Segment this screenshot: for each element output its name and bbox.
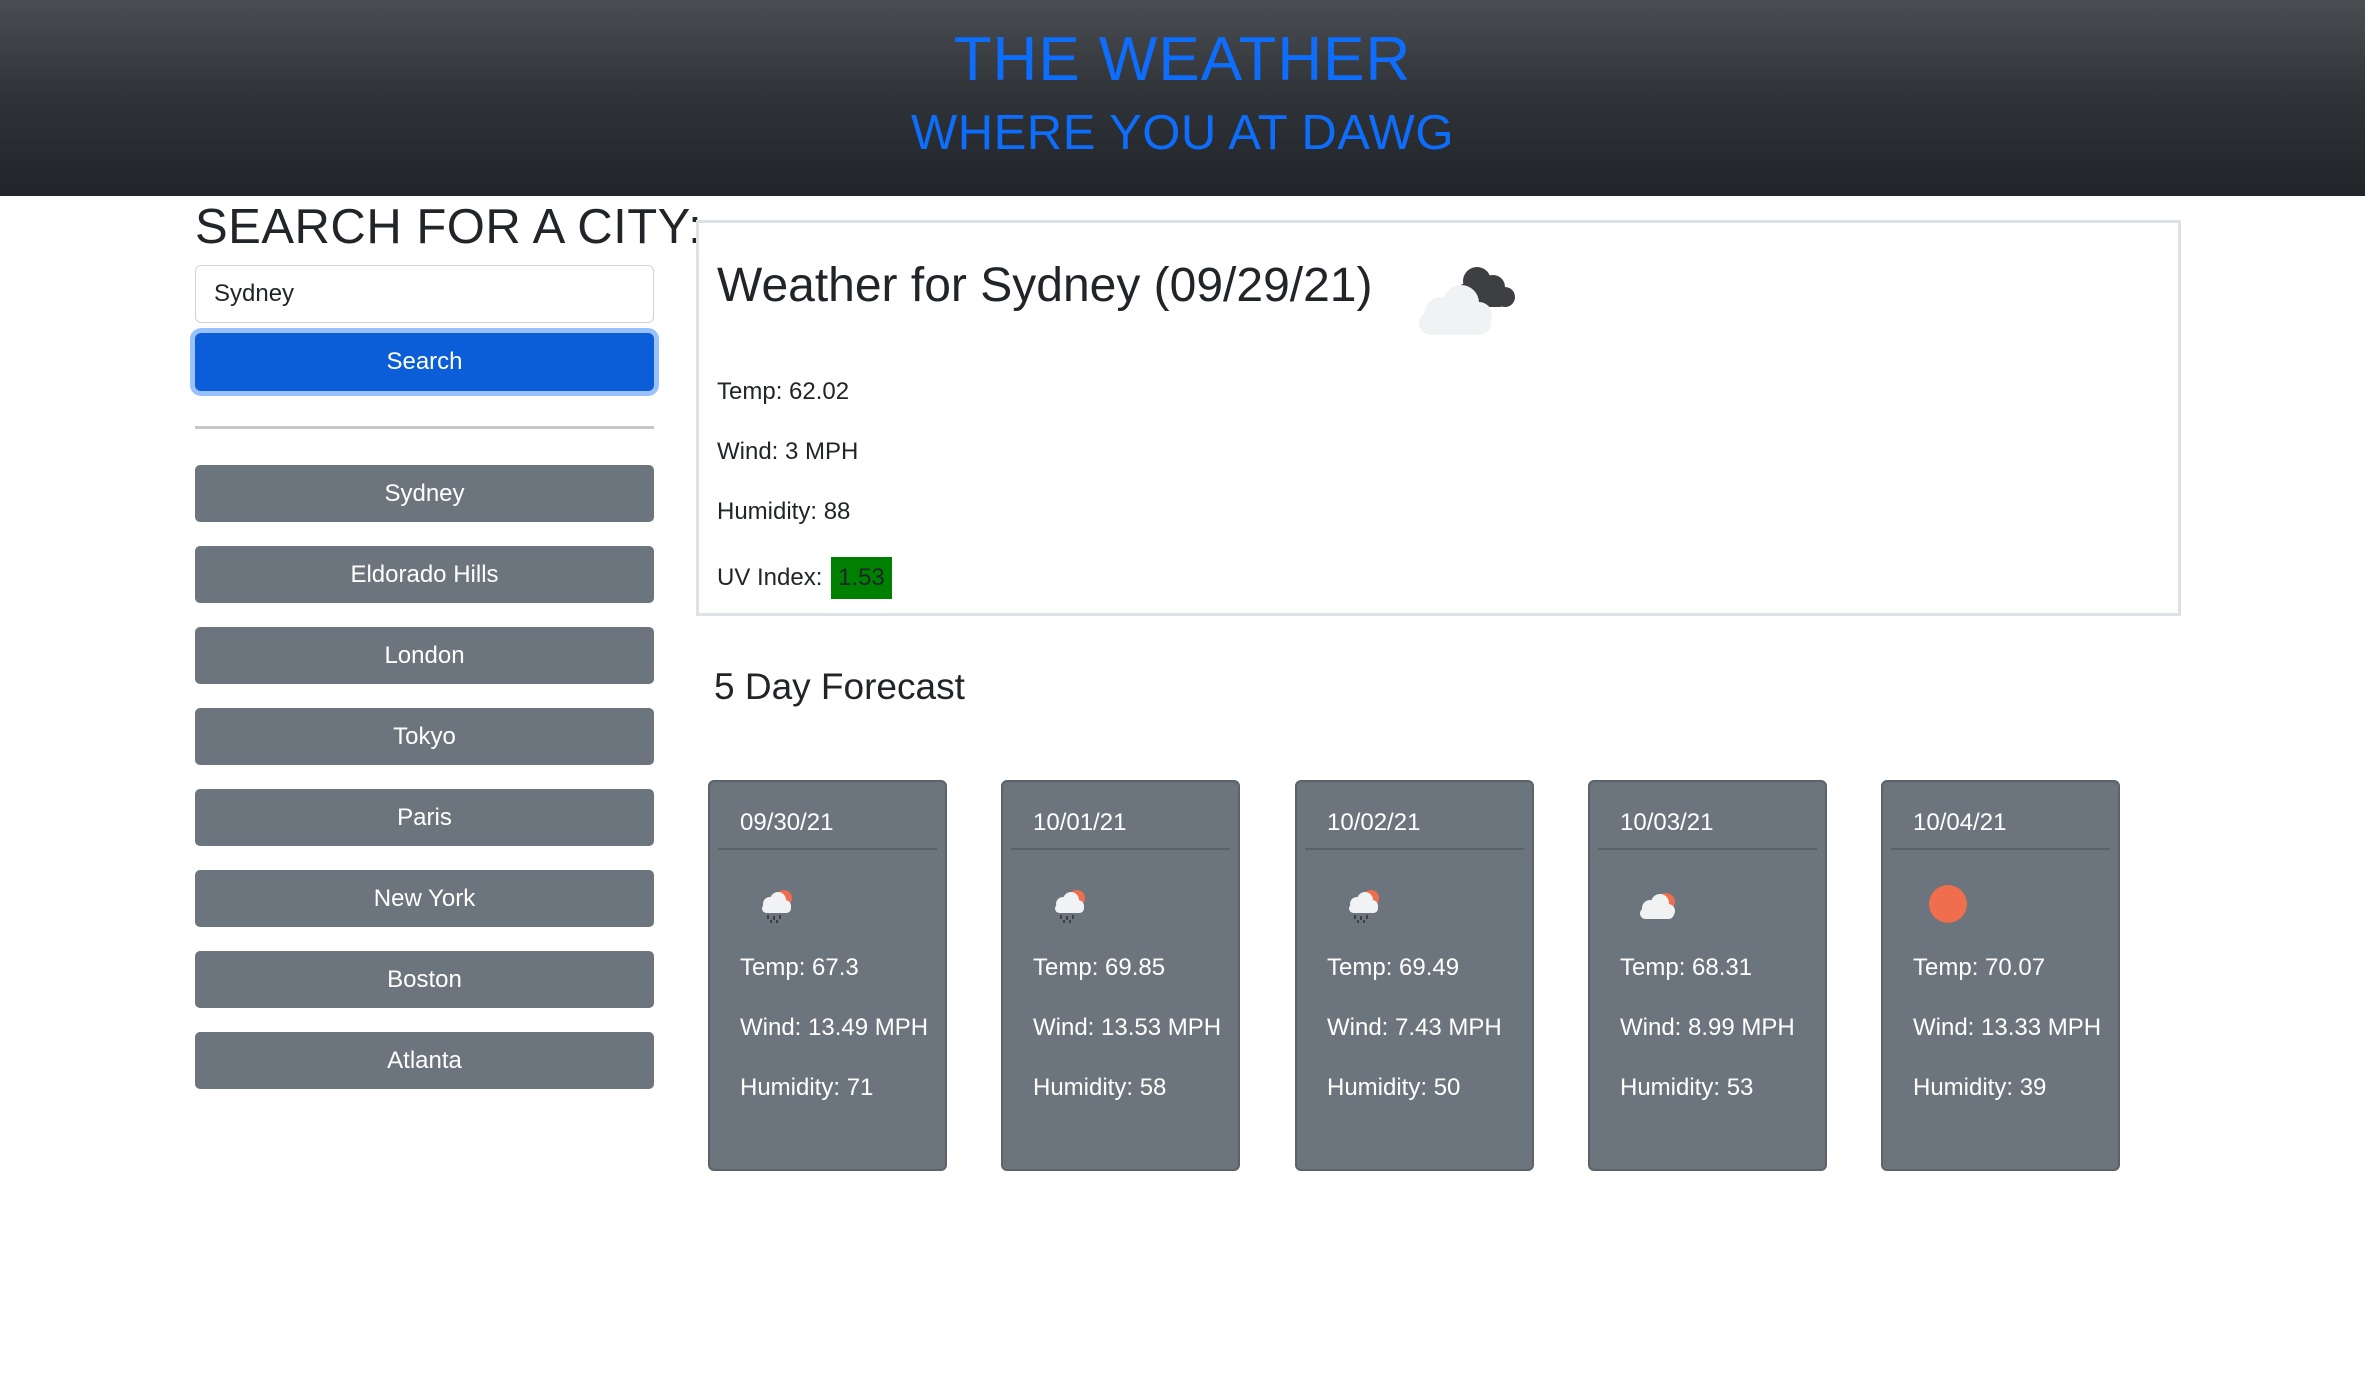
forecast-details: Temp: 67.3 Wind: 13.49 MPH Humidity: 71 [740, 950, 930, 1130]
history-city-button[interactable]: Sydney [195, 465, 654, 522]
history-city-button[interactable]: Tokyo [195, 708, 654, 765]
forecast-temp: Temp: 70.07 [1913, 954, 2046, 981]
current-humidity: Humidity: 88 [717, 498, 851, 525]
sidebar-divider [195, 426, 654, 429]
forecast-card-divider [718, 848, 937, 850]
forecast-card-divider [1891, 848, 2110, 850]
forecast-heading: 5 Day Forecast [714, 666, 965, 707]
page-header: THE WEATHER WHERE YOU AT DAWG [0, 0, 2365, 196]
forecast-row: 09/30/21 Temp: 67.3 Wind: 13.49 MPH Humi… [0, 780, 2365, 1172]
forecast-date: 09/30/21 [740, 809, 834, 836]
search-heading: SEARCH FOR A CITY: [195, 200, 703, 254]
forecast-card-divider [1598, 848, 1817, 850]
forecast-humidity: Humidity: 39 [1913, 1074, 2047, 1101]
forecast-date: 10/02/21 [1327, 809, 1421, 836]
forecast-card: 10/01/21 Temp: 69.85 Wind: 13.53 MPH Hum… [1001, 780, 1240, 1171]
search-button[interactable]: Search [195, 333, 654, 391]
forecast-humidity: Humidity: 50 [1327, 1074, 1461, 1101]
history-city-button[interactable]: London [195, 627, 654, 684]
rain-sun-icon [1349, 890, 1379, 923]
forecast-date: 10/04/21 [1913, 809, 2007, 836]
broken-clouds-icon [1419, 267, 1515, 335]
forecast-humidity: Humidity: 53 [1620, 1074, 1754, 1101]
forecast-temp: Temp: 68.31 [1620, 954, 1753, 981]
rain-sun-icon [1055, 890, 1085, 923]
current-weather-title: Weather for Sydney (09/29/21) [717, 259, 1373, 312]
forecast-humidity: Humidity: 58 [1033, 1074, 1167, 1101]
page-subtitle: WHERE YOU AT DAWG [910, 106, 1455, 160]
page-title: THE WEATHER [953, 25, 1412, 94]
forecast-wind: Wind: 13.33 MPH [1913, 1014, 2102, 1041]
forecast-wind: Wind: 13.53 MPH [1033, 1014, 1222, 1041]
current-temp: Temp: 62.02 [717, 378, 850, 405]
forecast-details: Temp: 69.49 Wind: 7.43 MPH Humidity: 50 [1327, 950, 1517, 1130]
current-wind: Wind: 3 MPH [717, 438, 859, 465]
forecast-humidity: Humidity: 71 [740, 1074, 874, 1101]
forecast-card: 09/30/21 Temp: 67.3 Wind: 13.49 MPH Humi… [708, 780, 947, 1171]
forecast-date: 10/01/21 [1033, 809, 1127, 836]
forecast-card-divider [1305, 848, 1524, 850]
forecast-temp: Temp: 69.49 [1327, 954, 1460, 981]
forecast-card: 10/02/21 Temp: 69.49 Wind: 7.43 MPH Humi… [1295, 780, 1534, 1171]
forecast-wind: Wind: 8.99 MPH [1620, 1014, 1795, 1041]
forecast-card: 10/03/21 Temp: 68.31 Wind: 8.99 MPH Humi… [1588, 780, 1827, 1171]
forecast-date: 10/03/21 [1620, 809, 1714, 836]
forecast-temp: Temp: 69.85 [1033, 954, 1166, 981]
city-search-input[interactable] [195, 265, 654, 323]
sun-icon [1929, 885, 1967, 923]
forecast-card-divider [1011, 848, 1230, 850]
cloud-sun-icon [1640, 893, 1675, 919]
forecast-details: Temp: 70.07 Wind: 13.33 MPH Humidity: 39 [1913, 950, 2103, 1130]
uv-index-badge: 1.53 [831, 557, 892, 599]
forecast-temp: Temp: 67.3 [740, 954, 859, 981]
forecast-card: 10/04/21 Temp: 70.07 Wind: 13.33 MPH Hum… [1881, 780, 2120, 1171]
forecast-wind: Wind: 7.43 MPH [1327, 1014, 1502, 1041]
uv-label: UV Index: [717, 564, 823, 591]
rain-sun-icon [762, 890, 792, 923]
current-uv-row: UV Index: 1.53 [717, 557, 892, 599]
forecast-details: Temp: 68.31 Wind: 8.99 MPH Humidity: 53 [1620, 950, 1810, 1130]
history-city-button[interactable]: Eldorado Hills [195, 546, 654, 603]
forecast-details: Temp: 69.85 Wind: 13.53 MPH Humidity: 58 [1033, 950, 1223, 1130]
current-weather-card: Weather for Sydney (09/29/21) Temp: 62.0… [696, 220, 2181, 616]
forecast-wind: Wind: 13.49 MPH [740, 1014, 929, 1041]
